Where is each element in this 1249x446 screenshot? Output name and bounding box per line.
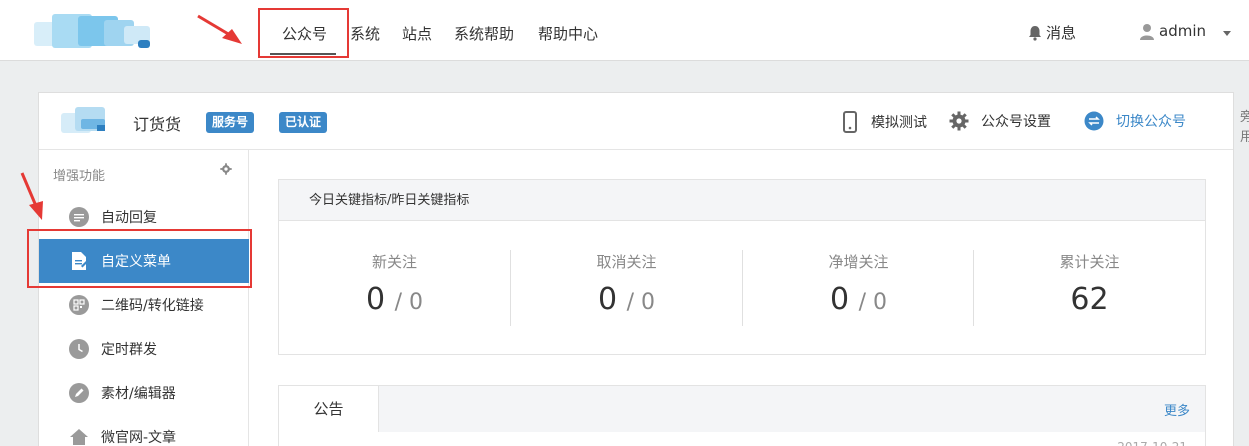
account-avatar xyxy=(61,105,107,137)
sidebar-title: 增强功能 xyxy=(53,169,106,184)
sidebar-item-label: 素材/编辑器 xyxy=(101,386,176,402)
service-account-badge: 服务号 xyxy=(206,112,255,133)
sidebar-item-qrcode[interactable]: 二维码/转化链接 xyxy=(39,283,249,327)
simulate-test-button[interactable]: 模拟测试 xyxy=(843,111,927,133)
nav-tab-system-help[interactable]: 系统帮助 xyxy=(454,23,514,44)
key-metrics-title: 今日关键指标/昨日关键指标 xyxy=(279,180,1205,221)
key-metrics-card: 今日关键指标/昨日关键指标 新关注 0 / 0 取消关注 0 / 0 净增关注 … xyxy=(278,179,1206,355)
nav-tab-help-center[interactable]: 帮助中心 xyxy=(538,23,598,44)
nav-highlight-box xyxy=(258,8,349,58)
chat-bubble-icon xyxy=(69,207,89,227)
account-settings-button[interactable]: 公众号设置 xyxy=(949,111,1051,131)
sidebar-highlight-box xyxy=(27,229,252,288)
account-settings-label: 公众号设置 xyxy=(981,114,1051,130)
bell-icon xyxy=(1029,25,1041,41)
metric-value: 0 / 0 xyxy=(597,282,656,317)
account-name: 订货货 xyxy=(133,115,182,134)
sidebar-item-micro-site-article[interactable]: 微官网-文章 xyxy=(39,415,249,446)
username: admin xyxy=(1159,22,1206,40)
gear-icon[interactable] xyxy=(220,163,232,175)
user-icon xyxy=(1140,23,1154,40)
sidebar-item-label: 二维码/转化链接 xyxy=(101,298,204,314)
sidebar-item-material-editor[interactable]: 素材/编辑器 xyxy=(39,371,249,415)
metric-label: 累计关注 xyxy=(1059,253,1120,271)
metric-net-growth: 净增关注 0 / 0 xyxy=(743,221,974,355)
sidebar-item-label: 自动回复 xyxy=(101,210,157,226)
metric-label: 净增关注 xyxy=(828,253,889,271)
sidebar-item-scheduled-send[interactable]: 定时群发 xyxy=(39,327,249,371)
chevron-down-icon[interactable] xyxy=(1223,31,1231,36)
right-edge-text: 旁 用 xyxy=(1240,110,1249,145)
sidebar-item-label: 定时群发 xyxy=(101,342,157,358)
more-link[interactable]: 更多 xyxy=(1164,400,1190,419)
sidebar: 增强功能 自动回复 自定义菜单 二维码/转化链接 定时群发 素材/编辑器 微官网… xyxy=(39,150,249,446)
messages-label: 消息 xyxy=(1046,24,1077,42)
announcement-date: 2017-10-21 xyxy=(1117,440,1187,446)
clock-icon xyxy=(69,339,89,359)
mobile-phone-icon xyxy=(843,111,857,133)
switch-account-button[interactable]: 切换公众号 xyxy=(1084,111,1186,131)
pencil-icon xyxy=(69,383,89,403)
tab-announcement[interactable]: 公告 xyxy=(279,386,379,432)
messages-button[interactable]: 消息 xyxy=(1028,22,1076,43)
metric-unfollows: 取消关注 0 / 0 xyxy=(511,221,742,355)
announcement-card: 公告 更多 2017-10-21 xyxy=(278,385,1206,446)
simulate-test-label: 模拟测试 xyxy=(871,115,927,131)
nav-tab-site[interactable]: 站点 xyxy=(402,23,432,44)
switch-account-label: 切换公众号 xyxy=(1116,114,1186,130)
nav-tab-system[interactable]: 系统 xyxy=(350,23,380,44)
metric-new-follows: 新关注 0 / 0 xyxy=(279,221,510,355)
switch-icon xyxy=(1084,111,1104,131)
gear-icon xyxy=(949,111,969,131)
verified-badge: 已认证 xyxy=(279,112,328,133)
metric-value: 62 xyxy=(1070,282,1109,317)
account-header: 订货货 服务号 已认证 模拟测试 公众号设置 切换公众号 xyxy=(39,93,1233,150)
metric-label: 新关注 xyxy=(371,253,417,271)
top-navbar: 公众号 系统 站点 系统帮助 帮助中心 消息 admin xyxy=(0,0,1249,61)
metric-yesterday: / 0 xyxy=(858,290,888,315)
announcement-body xyxy=(279,432,1205,446)
user-menu[interactable]: admin xyxy=(1139,22,1206,40)
sidebar-item-label: 微官网-文章 xyxy=(101,430,177,446)
metric-yesterday: / 0 xyxy=(626,290,656,315)
qrcode-icon xyxy=(69,295,89,315)
metric-value: 0 / 0 xyxy=(365,282,424,317)
metric-label: 取消关注 xyxy=(596,253,657,271)
site-logo[interactable] xyxy=(30,14,152,50)
metric-yesterday: / 0 xyxy=(394,290,424,315)
home-icon xyxy=(69,427,89,446)
metric-value: 0 / 0 xyxy=(829,282,888,317)
metric-total-follows: 累计关注 62 xyxy=(974,221,1205,355)
